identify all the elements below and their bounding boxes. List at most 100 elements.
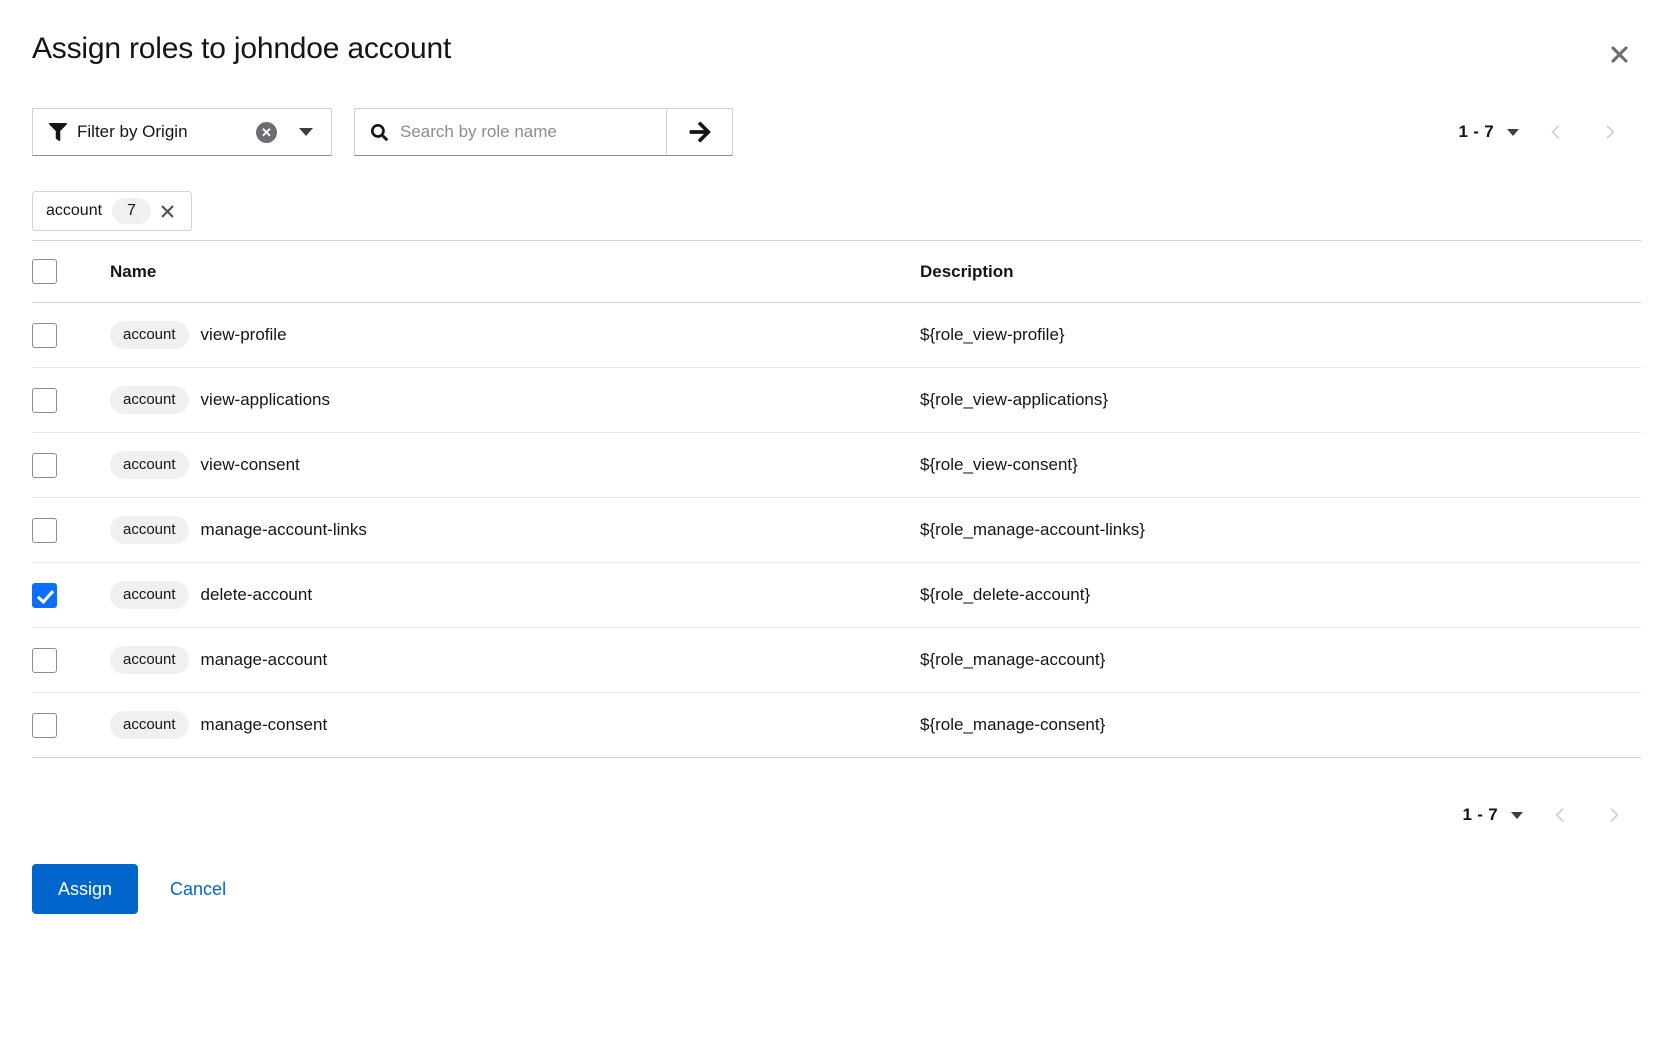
role-name-wrapper: account manage-consent — [110, 711, 920, 739]
table-head: Name Description — [32, 241, 1641, 303]
select-all-cell — [32, 241, 110, 303]
pagination-bottom-toggle[interactable]: 1 - 7 — [1452, 797, 1533, 833]
search-box[interactable] — [354, 108, 667, 156]
assign-roles-modal: Assign roles to johndoe account Filter b… — [0, 0, 1669, 1044]
role-name-text: manage-consent — [201, 715, 328, 735]
row-select-cell — [32, 628, 110, 693]
search-group — [354, 108, 733, 156]
role-description-cell: ${role_view-profile} — [920, 303, 1641, 368]
pagination-top-range: 1 - 7 — [1458, 122, 1494, 142]
pagination-bottom-prev-button[interactable] — [1533, 792, 1587, 838]
pagination-top-prev-button[interactable] — [1529, 109, 1583, 155]
role-name-text: delete-account — [201, 585, 313, 605]
table-row[interactable]: accountmanage-consent${role_manage-conse… — [32, 693, 1641, 758]
column-header-name[interactable]: Name — [110, 241, 920, 303]
row-select-cell — [32, 303, 110, 368]
close-icon — [160, 204, 175, 219]
arrow-right-icon — [688, 120, 712, 144]
table-row[interactable]: account manage-account ${role_manage-accou… — [32, 628, 1641, 693]
chip-close-button[interactable] — [151, 194, 185, 228]
page-title: Assign roles to johndoe account — [32, 30, 1637, 68]
assign-button[interactable]: Assign — [32, 864, 138, 914]
table-header-row: Name Description — [32, 241, 1641, 303]
cancel-button[interactable]: Cancel — [152, 864, 244, 914]
role-name-cell: account manage-account-links — [110, 498, 920, 563]
filter-select-label: Filter by Origin — [77, 122, 246, 142]
clear-filter-icon[interactable]: ✕ — [256, 122, 277, 143]
role-name-cell: account delete-account — [110, 563, 920, 628]
role-description-cell: ${role_view-applications} — [920, 368, 1641, 433]
chevron-down-icon — [1507, 129, 1519, 136]
table-body: accountview-profile${role_view-profile}a… — [32, 303, 1641, 758]
role-origin-label: account — [110, 646, 189, 674]
role-origin-label: account — [110, 581, 189, 609]
modal-header: Assign roles to johndoe account — [0, 0, 1669, 96]
role-origin-label: account — [110, 451, 189, 479]
role-name-wrapper: account manage-account-links — [110, 516, 920, 544]
role-name-cell: account view-profile — [110, 303, 920, 368]
chevron-left-icon — [1550, 805, 1570, 825]
role-description-cell: ${role_manage-account} — [920, 628, 1641, 693]
chevron-down-icon[interactable] — [299, 128, 313, 136]
row-select-checkbox[interactable] — [32, 323, 57, 348]
table-row[interactable]: accountdelete-account${role_delete-accou… — [32, 563, 1641, 628]
table-row[interactable]: account manage-account-links ${role_manage… — [32, 498, 1641, 563]
role-name-text: view-applications — [201, 390, 330, 410]
close-icon — [1610, 45, 1629, 64]
row-select-cell — [32, 563, 110, 628]
role-name-cell: account view-applications — [110, 368, 920, 433]
filter-icon — [49, 123, 67, 141]
search-input[interactable] — [400, 122, 652, 142]
role-name-wrapper: account delete-account — [110, 581, 920, 609]
role-origin-label: account — [110, 386, 189, 414]
role-description-cell: ${role_manage-account-links} — [920, 498, 1641, 563]
pagination-top-toggle[interactable]: 1 - 7 — [1448, 114, 1529, 150]
search-submit-button[interactable] — [667, 108, 733, 156]
pagination-bottom-next-button[interactable] — [1587, 792, 1641, 838]
pagination-bottom: 1 - 7 — [0, 758, 1669, 850]
column-header-description[interactable]: Description — [920, 241, 1641, 303]
table-row[interactable]: account view-profile ${role_view-profile} — [32, 303, 1641, 368]
chip-label: account — [46, 202, 102, 220]
chevron-down-icon — [1511, 812, 1523, 819]
role-origin-label: account — [110, 711, 189, 739]
role-name-text: view-profile — [201, 325, 287, 345]
role-name-wrapper: account view-applications — [110, 386, 920, 414]
chip-count-badge: 7 — [112, 198, 151, 224]
modal-footer: Assign Cancel — [0, 850, 1669, 914]
close-button[interactable] — [1599, 34, 1639, 74]
search-icon — [371, 124, 388, 141]
role-name-wrapper: account view-profile — [110, 321, 920, 349]
chevron-right-icon — [1604, 805, 1624, 825]
chip-group: account 7 — [0, 168, 1669, 240]
role-origin-label: account — [110, 321, 189, 349]
row-select-checkbox[interactable] — [32, 583, 57, 608]
row-select-checkbox[interactable] — [32, 453, 57, 478]
role-name-cell: account view-consent — [110, 433, 920, 498]
row-select-checkbox[interactable] — [32, 518, 57, 543]
filter-by-origin-select[interactable]: Filter by Origin ✕ — [32, 108, 332, 156]
chip-account[interactable]: account 7 — [32, 191, 192, 231]
chevron-right-icon — [1600, 122, 1620, 142]
role-name-text: view-consent — [201, 455, 300, 475]
pagination-top: 1 - 7 — [1448, 109, 1637, 155]
role-name-text: manage-account — [201, 650, 328, 670]
role-name-cell: account manage-account — [110, 628, 920, 693]
row-select-checkbox[interactable] — [32, 388, 57, 413]
pagination-bottom-group: 1 - 7 — [1452, 792, 1641, 838]
row-select-cell — [32, 498, 110, 563]
pagination-top-next-button[interactable] — [1583, 109, 1637, 155]
roles-table: Name Description account view-profile ${ro… — [32, 240, 1641, 758]
roles-table-wrapper: Name Description account view-profile ${ro… — [0, 240, 1669, 758]
role-origin-label: account — [110, 516, 189, 544]
row-select-cell — [32, 368, 110, 433]
row-select-cell — [32, 693, 110, 758]
select-all-checkbox[interactable] — [32, 259, 57, 284]
role-name-text: manage-account-links — [201, 520, 367, 540]
table-row[interactable]: account view-applications ${role_view-appl… — [32, 368, 1641, 433]
row-select-checkbox[interactable] — [32, 713, 57, 738]
row-select-checkbox[interactable] — [32, 648, 57, 673]
role-description-cell: ${role_view-consent} — [920, 433, 1641, 498]
table-row[interactable]: account view-consent ${role_view-consent} — [32, 433, 1641, 498]
pagination-bottom-range: 1 - 7 — [1462, 805, 1498, 825]
